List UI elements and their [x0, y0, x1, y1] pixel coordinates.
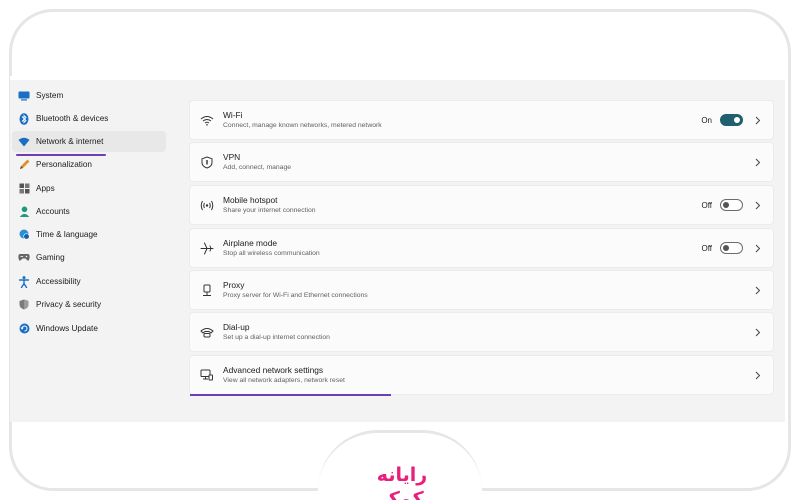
title-bar-strip	[10, 76, 785, 80]
card-description: Add, connect, manage	[223, 163, 292, 171]
wifi-toggle[interactable]	[720, 114, 743, 126]
chevron-right-icon	[753, 201, 763, 210]
chevron-right-icon	[753, 371, 763, 380]
sidebar-item-personalization[interactable]: Personalization	[12, 154, 166, 175]
proxy-icon	[190, 284, 223, 297]
settings-window: System Bluetooth & devices Network & int…	[10, 76, 785, 422]
wifi-toggle-label: On	[701, 115, 712, 125]
globe-clock-icon	[12, 229, 36, 240]
card-proxy[interactable]: Proxy Proxy server for Wi-Fi and Etherne…	[189, 270, 774, 310]
sidebar-item-label: Network & internet	[36, 137, 104, 146]
pencil-icon	[12, 159, 36, 170]
sidebar-item-label: Personalization	[36, 160, 92, 169]
sidebar-item-label: Time & language	[36, 230, 98, 239]
card-description: Connect, manage known networks, metered …	[223, 121, 382, 129]
airplane-icon	[190, 242, 223, 255]
card-title: Dial-up	[223, 321, 250, 332]
monitor-icon	[12, 91, 36, 101]
wifi-icon	[190, 115, 223, 126]
card-title: Wi-Fi	[223, 109, 243, 120]
card-description: Set up a dial-up internet connection	[223, 333, 330, 341]
chevron-right-icon	[753, 328, 763, 337]
sidebar-item-label: Gaming	[36, 253, 65, 262]
hotspot-icon	[190, 200, 223, 211]
card-description: Share your internet connection	[223, 206, 316, 214]
highlight-underline	[190, 394, 391, 396]
chevron-right-icon	[753, 286, 763, 295]
chevron-right-icon	[753, 158, 763, 167]
card-title: Advanced network settings	[223, 364, 324, 375]
sidebar-item-windows-update[interactable]: Windows Update	[12, 318, 166, 339]
card-wifi[interactable]: Wi-Fi Connect, manage known networks, me…	[189, 100, 774, 140]
sidebar-item-bluetooth[interactable]: Bluetooth & devices	[12, 108, 166, 129]
brand-logo-watermark: رایانه کمک	[376, 464, 428, 500]
sidebar-item-label: Accounts	[36, 207, 70, 216]
network-pc-icon	[190, 369, 223, 381]
sidebar-item-gaming[interactable]: Gaming	[12, 247, 166, 268]
sidebar-item-label: Accessibility	[36, 277, 81, 286]
hotspot-toggle-label: Off	[701, 200, 712, 210]
update-icon	[12, 323, 36, 334]
airplane-toggle-label: Off	[701, 243, 712, 253]
person-icon	[12, 206, 36, 217]
sidebar-item-label: Windows Update	[36, 324, 98, 333]
sidebar-item-label: Privacy & security	[36, 300, 102, 309]
card-description: Proxy server for Wi-Fi and Ethernet conn…	[223, 291, 368, 299]
sidebar-item-system[interactable]: System	[12, 85, 166, 106]
card-description: View all network adapters, network reset	[223, 376, 345, 384]
sidebar-item-label: Bluetooth & devices	[36, 114, 109, 123]
bluetooth-icon	[12, 112, 36, 125]
accessibility-icon	[12, 275, 36, 288]
sidebar-item-privacy-security[interactable]: Privacy & security	[12, 294, 166, 315]
sidebar-item-accessibility[interactable]: Accessibility	[12, 271, 166, 292]
vpn-shield-icon	[190, 155, 223, 169]
hotspot-toggle[interactable]	[720, 199, 743, 211]
card-advanced-network-settings[interactable]: Advanced network settings View all netwo…	[189, 355, 774, 396]
wifi-diamond-icon	[12, 137, 36, 147]
chevron-right-icon	[753, 116, 763, 125]
card-mobile-hotspot[interactable]: Mobile hotspot Share your internet conne…	[189, 185, 774, 225]
sidebar-item-time-language[interactable]: Time & language	[12, 224, 166, 245]
card-title: Airplane mode	[223, 237, 278, 248]
gamepad-icon	[12, 253, 36, 262]
sidebar-item-accounts[interactable]: Accounts	[12, 201, 166, 222]
airplane-toggle[interactable]	[720, 242, 743, 254]
sidebar-item-apps[interactable]: Apps	[12, 178, 166, 199]
dialup-icon	[190, 327, 223, 338]
card-vpn[interactable]: VPN Add, connect, manage	[189, 142, 774, 182]
sidebar-item-label: System	[36, 91, 64, 100]
apps-grid-icon	[12, 183, 36, 194]
card-dial-up[interactable]: Dial-up Set up a dial-up internet connec…	[189, 312, 774, 352]
chevron-right-icon	[753, 244, 763, 253]
sidebar-item-network[interactable]: Network & internet	[12, 131, 166, 156]
sidebar-item-label: Apps	[36, 184, 55, 193]
card-description: Stop all wireless communication	[223, 249, 320, 257]
card-airplane-mode[interactable]: Airplane mode Stop all wireless communic…	[189, 228, 774, 268]
card-title: Mobile hotspot	[223, 194, 278, 205]
card-title: VPN	[223, 151, 241, 162]
shield-icon	[12, 299, 36, 310]
card-title: Proxy	[223, 279, 245, 290]
